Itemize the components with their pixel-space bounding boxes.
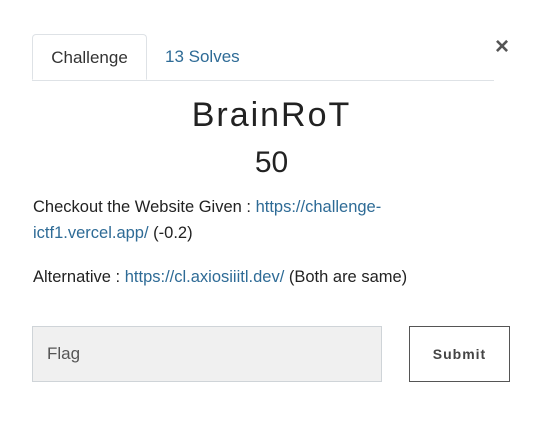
challenge-modal: × Challenge 13 Solves BrainRoT 50 Checko… xyxy=(0,0,543,435)
challenge-description-line-2: Alternative : https://cl.axiosiiitl.dev/… xyxy=(33,264,453,290)
description-text: Checkout the Website Given : xyxy=(33,198,256,216)
submit-button[interactable]: Submit xyxy=(409,326,510,382)
challenge-title: BrainRoT xyxy=(191,96,352,134)
description-text: (Both are same) xyxy=(284,268,408,286)
description-text: (-0.2) xyxy=(148,224,193,242)
challenge-tabs: Challenge 13 Solves xyxy=(32,34,494,81)
challenge-description-line-1: Checkout the Website Given : https://cha… xyxy=(33,194,453,246)
flag-input[interactable] xyxy=(32,326,382,382)
description-text: Alternative : xyxy=(33,268,125,286)
close-icon[interactable]: × xyxy=(491,34,513,60)
alternative-link[interactable]: https://cl.axiosiiitl.dev/ xyxy=(125,268,285,286)
challenge-points: 50 xyxy=(254,146,289,179)
tab-solves[interactable]: 13 Solves xyxy=(165,34,241,79)
tab-challenge[interactable]: Challenge xyxy=(32,34,147,80)
